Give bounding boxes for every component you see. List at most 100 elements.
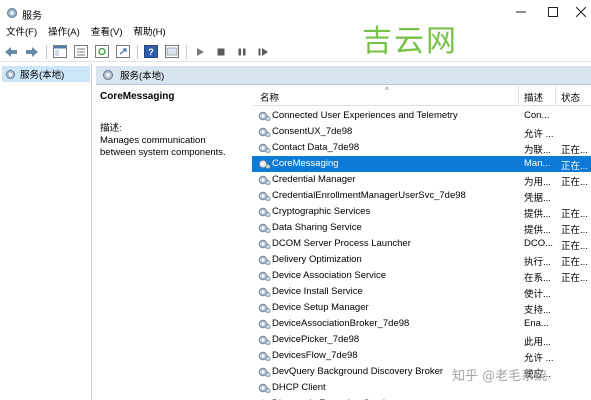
watermark-credit: 知乎 @老毛系统 <box>452 369 548 384</box>
service-description: 为联... <box>524 145 551 156</box>
service-gear-icon <box>258 255 271 266</box>
restart-service-button[interactable] <box>255 44 271 60</box>
column-header-description[interactable]: 描述 <box>524 90 543 104</box>
service-name: DCOM Server Process Launcher <box>272 238 411 249</box>
service-row[interactable]: Device Install Service 使计... <box>252 284 591 300</box>
service-status: 正在... <box>561 273 588 284</box>
pause-icon <box>238 48 246 55</box>
menu-help[interactable]: 帮助(H) <box>127 26 170 41</box>
pause-service-button[interactable] <box>234 44 250 60</box>
service-gear-icon <box>258 143 271 154</box>
help-button[interactable]: ? <box>143 44 159 60</box>
minimize-button[interactable] <box>506 3 536 21</box>
service-gear-icon <box>258 351 271 362</box>
toolbar-separator <box>186 44 187 59</box>
properties-view-button[interactable] <box>73 44 89 60</box>
service-row[interactable]: Contact Data_7de98 为联... 正在... <box>252 140 591 156</box>
service-gear-icon <box>258 175 271 186</box>
column-header-status[interactable]: 状态 <box>561 90 580 104</box>
service-name: CredentialEnrollmentManagerUserSvc_7de98 <box>272 190 466 201</box>
svg-text:?: ? <box>148 47 154 57</box>
service-row[interactable]: Cryptographic Services 提供... 正在... <box>252 204 591 220</box>
toolbar: ? <box>0 42 591 62</box>
toolbar-separator <box>46 44 47 59</box>
service-description: 允许 ... <box>524 353 554 364</box>
service-row[interactable]: Delivery Optimization 执行... 正在... <box>252 252 591 268</box>
service-description: DCO... <box>524 238 554 249</box>
description-caption: 描述: <box>100 123 122 134</box>
service-name: Contact Data_7de98 <box>272 142 360 153</box>
menu-view[interactable]: 查看(V) <box>85 26 128 41</box>
back-button[interactable] <box>3 44 19 60</box>
service-description: 允许 ... <box>524 129 554 140</box>
service-row[interactable]: Device Association Service 在系... 正在... <box>252 268 591 284</box>
title-bar: 服务 <box>0 0 591 26</box>
refresh-button[interactable] <box>94 44 110 60</box>
console-tree-icon <box>53 45 67 58</box>
service-row[interactable]: Data Sharing Service 提供... 正在... <box>252 220 591 236</box>
service-name: Data Sharing Service <box>272 222 362 233</box>
export-icon <box>116 45 130 58</box>
service-row[interactable]: Connected User Experiences and Telemetry… <box>252 108 591 124</box>
close-icon <box>576 7 586 17</box>
service-description: 支持... <box>524 305 551 316</box>
service-row[interactable]: ConsentUX_7de98 允许 ... <box>252 124 591 140</box>
service-description: Con... <box>524 110 550 121</box>
service-row[interactable]: Device Setup Manager 支持... <box>252 300 591 316</box>
service-description: 提供... <box>524 209 551 220</box>
panel-header-label: 服务(本地) <box>120 71 165 82</box>
service-gear-icon <box>258 223 271 234</box>
service-row[interactable]: Credential Manager 为用... 正在... <box>252 172 591 188</box>
services-list: ^ 名称 描述 状态 Connected User Experiences an… <box>252 86 591 400</box>
forward-button[interactable] <box>24 44 40 60</box>
service-gear-icon <box>258 383 271 394</box>
service-row[interactable]: DCOM Server Process Launcher DCO... 正在... <box>252 236 591 252</box>
console-tree: 服务(本地) <box>0 63 92 400</box>
service-status: 正在... <box>561 177 588 188</box>
service-row[interactable]: CoreMessaging Man... 正在... <box>252 156 591 172</box>
service-row[interactable]: DeviceAssociationBroker_7de98 Ena... <box>252 316 591 332</box>
tree-item-label: 服务(本地) <box>20 70 65 81</box>
service-description: 此用... <box>524 337 551 348</box>
service-name: DeviceAssociationBroker_7de98 <box>272 318 410 329</box>
service-gear-icon <box>258 319 271 330</box>
show-console-tree-button[interactable] <box>52 44 68 60</box>
forward-arrow-icon <box>26 46 38 57</box>
export-list-button[interactable] <box>115 44 131 60</box>
service-name: DevicePicker_7de98 <box>272 334 360 345</box>
mmc-button[interactable] <box>164 44 180 60</box>
play-icon <box>197 47 204 56</box>
column-divider[interactable] <box>518 86 519 106</box>
service-row[interactable]: Diagnostic Execution Service <box>252 396 591 400</box>
service-description: Ena... <box>524 318 549 329</box>
service-description: 为用... <box>524 177 551 188</box>
service-name: Cryptographic Services <box>272 206 371 217</box>
tree-item-services-local[interactable]: 服务(本地) <box>2 66 90 82</box>
service-name: Device Install Service <box>272 286 363 297</box>
window-title: 服务 <box>22 11 42 22</box>
stop-service-button[interactable] <box>213 44 229 60</box>
service-status: 正在... <box>561 241 588 252</box>
column-header-name[interactable]: 名称 <box>260 90 279 104</box>
service-status: 正在... <box>561 225 588 236</box>
service-description: 执行... <box>524 257 551 268</box>
service-name: DevicesFlow_7de98 <box>272 350 358 361</box>
column-divider[interactable] <box>555 86 556 106</box>
panel-header: 服务(本地) <box>96 66 591 85</box>
services-app-icon <box>7 8 17 18</box>
menu-action[interactable]: 操作(A) <box>42 26 85 41</box>
menu-file[interactable]: 文件(F) <box>0 26 42 41</box>
service-row[interactable]: CredentialEnrollmentManagerUserSvc_7de98… <box>252 188 591 204</box>
service-row[interactable]: DevicesFlow_7de98 允许 ... <box>252 348 591 364</box>
service-rows: Connected User Experiences and Telemetry… <box>252 108 591 400</box>
service-row[interactable]: DevicePicker_7de98 此用... <box>252 332 591 348</box>
service-name: DevQuery Background Discovery Broker <box>272 366 444 377</box>
start-service-button[interactable] <box>192 44 208 60</box>
service-gear-icon <box>258 239 271 250</box>
maximize-button[interactable] <box>538 3 568 21</box>
close-button[interactable] <box>566 3 591 21</box>
help-icon: ? <box>144 45 158 58</box>
service-description: 使计... <box>524 289 551 300</box>
back-arrow-icon <box>5 46 17 57</box>
service-name: Credential Manager <box>272 174 356 185</box>
